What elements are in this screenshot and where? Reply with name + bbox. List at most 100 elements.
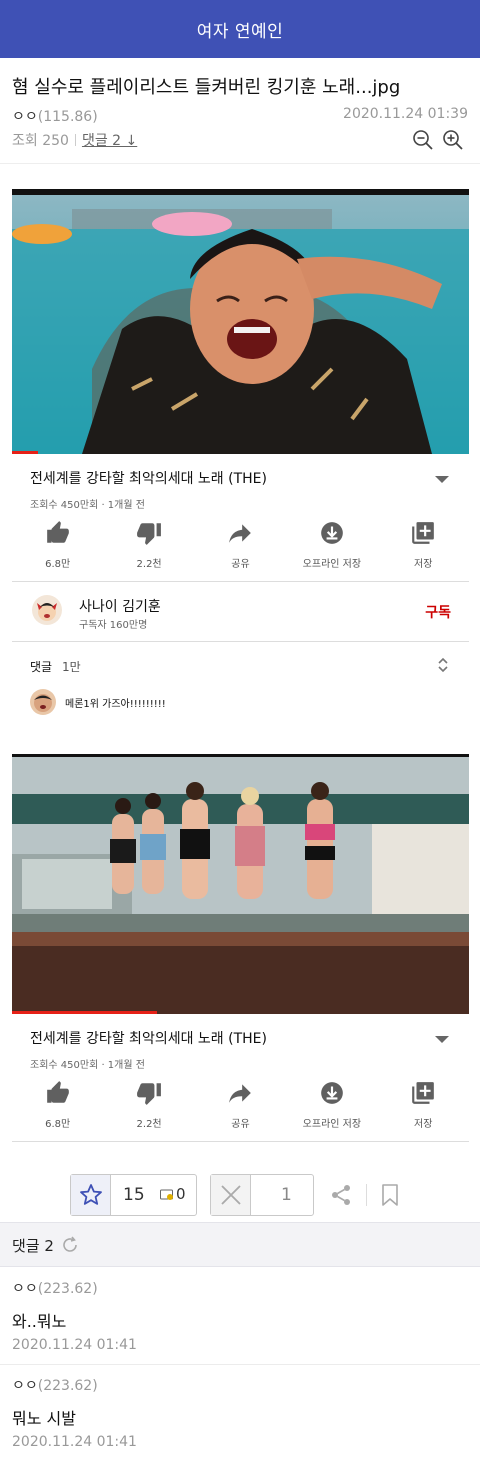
stats-row: 조회 250 댓글 2 ↓ xyxy=(12,130,468,152)
channel-row: 사나이 김기훈 구독자 160만명 구독 xyxy=(12,583,469,642)
video-actions: 6.8만 2.2천 공유 오프라인 저장 저장 xyxy=(12,520,469,580)
star-icon xyxy=(79,1184,102,1205)
save-playlist-button[interactable]: 저장 xyxy=(378,1080,469,1140)
share-label: 공유 xyxy=(231,559,250,570)
video-thumbnail-2[interactable] xyxy=(12,754,469,1014)
share-icon[interactable] xyxy=(329,1183,353,1207)
divider xyxy=(12,641,469,642)
fixed-recommend-count: 0 xyxy=(176,1185,186,1203)
comment-text: 와..뭐노 xyxy=(12,1312,67,1331)
subscribe-button[interactable]: 구독 xyxy=(425,602,451,622)
add-playlist-icon xyxy=(412,1082,435,1104)
download-icon xyxy=(321,1082,343,1104)
board-title[interactable]: 여자 연예인 xyxy=(197,17,284,42)
view-count: 조회 250 xyxy=(12,133,69,149)
youtube-comments-box[interactable]: 댓글 1만 메론1위 가즈아!!!!!!!!! xyxy=(12,643,469,720)
comment-date: 2020.11.24 01:41 xyxy=(12,1434,137,1450)
save-playlist-button[interactable]: 저장 xyxy=(378,520,469,580)
post-date: 2020.11.24 01:39 xyxy=(343,106,468,122)
post-title: 혐 실수로 플레이리스트 들켜버린 킹기훈 노래...jpg xyxy=(12,77,401,98)
share-button[interactable]: 공유 xyxy=(195,1080,286,1140)
save-label: 저장 xyxy=(414,1119,433,1130)
zoom-out-icon[interactable] xyxy=(412,129,434,151)
youtube-info-panel-2: 전세계를 강타할 최악의세대 노래 (THE) 조회수 450만회 · 1개월 … xyxy=(12,1014,469,1144)
dislike-count: 2.2천 xyxy=(136,559,162,570)
thumbs-down-icon xyxy=(137,523,161,545)
video-title[interactable]: 전세계를 강타할 최악의세대 노래 (THE) xyxy=(30,468,267,488)
youtube-top-comment: 메론1위 가즈아!!!!!!!!! xyxy=(65,699,166,710)
offline-save-label: 오프라인 저장 xyxy=(302,1119,362,1130)
zoom-in-icon[interactable] xyxy=(442,129,464,151)
recommend-button[interactable]: 15 0 xyxy=(70,1174,197,1216)
video-meta: 조회수 450만회 · 1개월 전 xyxy=(30,500,145,511)
share-arrow-icon xyxy=(229,524,252,543)
like-count: 6.8만 xyxy=(45,559,71,570)
thumbs-up-icon xyxy=(46,1081,69,1103)
like-button[interactable]: 6.8만 xyxy=(12,520,103,580)
divider xyxy=(0,163,480,164)
post-author[interactable]: ㅇㅇ xyxy=(12,109,38,125)
youtube-comments-count: 1만 xyxy=(62,660,81,674)
dislike-button[interactable]: 2.2천 xyxy=(103,520,194,580)
comments-header: 댓글 2 xyxy=(0,1222,480,1267)
close-x-icon xyxy=(220,1185,241,1205)
comment-date: 2020.11.24 01:41 xyxy=(12,1337,137,1353)
video-thumbnail-1[interactable] xyxy=(12,189,469,454)
expand-caret-icon[interactable] xyxy=(435,476,449,483)
share-label: 공유 xyxy=(231,1119,250,1130)
video-image-man-laughing xyxy=(12,189,469,454)
thumbs-down-icon xyxy=(137,1083,161,1105)
video-title[interactable]: 전세계를 강타할 최악의세대 노래 (THE) xyxy=(30,1028,267,1048)
dislike-button[interactable]: 2.2천 xyxy=(103,1080,194,1140)
comment-author[interactable]: ㅇㅇ(223.62) xyxy=(12,1278,98,1298)
divider xyxy=(366,1184,367,1206)
offline-save-button[interactable]: 오프라인 저장 xyxy=(286,1080,377,1140)
thumbs-up-icon xyxy=(46,521,69,543)
video-actions: 6.8만 2.2천 공유 오프라인 저장 저장 xyxy=(12,1080,469,1140)
add-playlist-icon xyxy=(412,522,435,544)
expand-caret-icon[interactable] xyxy=(435,1036,449,1043)
offline-save-label: 오프라인 저장 xyxy=(302,559,362,570)
refresh-icon[interactable] xyxy=(60,1235,80,1255)
comments-count-label: 댓글 2 xyxy=(12,1237,54,1255)
not-recommend-button[interactable]: 1 xyxy=(210,1174,314,1216)
youtube-info-panel-1: 전세계를 강타할 최악의세대 노래 (THE) 조회수 450만회 · 1개월 … xyxy=(12,454,469,584)
channel-name[interactable]: 사나이 김기훈 xyxy=(79,596,161,616)
offline-save-button[interactable]: 오프라인 저장 xyxy=(286,520,377,580)
youtube-comments-label: 댓글 xyxy=(30,660,53,674)
star-icon-box xyxy=(71,1175,111,1215)
fixed-recommend-icon xyxy=(160,1189,173,1200)
comment-author-score: (223.62) xyxy=(37,1281,98,1297)
like-button[interactable]: 6.8만 xyxy=(12,1080,103,1140)
download-icon xyxy=(321,522,343,544)
channel-subscribers: 구독자 160만명 xyxy=(79,620,148,631)
video-meta: 조회수 450만회 · 1개월 전 xyxy=(30,1060,145,1071)
channel-avatar[interactable] xyxy=(32,595,62,625)
top-bar: 여자 연예인 xyxy=(0,0,480,58)
comment-author[interactable]: ㅇㅇ(223.62) xyxy=(12,1375,98,1395)
commenter-avatar xyxy=(30,689,56,715)
comment-item: ㅇㅇ(223.62) 와..뭐노 2020.11.24 01:41 xyxy=(0,1268,480,1365)
video-image-dancers xyxy=(12,754,469,1014)
avatar-cartoon-icon xyxy=(37,603,57,621)
expand-sort-icon[interactable] xyxy=(437,656,449,674)
divider xyxy=(12,581,469,582)
divider xyxy=(74,134,76,146)
not-recommend-count: 1 xyxy=(281,1185,292,1205)
recommend-count: 15 xyxy=(123,1185,145,1205)
comment-item: ㅇㅇ(223.62) 뭐노 시발 2020.11.24 01:41 xyxy=(0,1365,480,1461)
share-button[interactable]: 공유 xyxy=(195,520,286,580)
vote-bar: 15 0 1 xyxy=(70,1174,410,1216)
save-label: 저장 xyxy=(414,559,433,570)
comment-author-score: (223.62) xyxy=(37,1378,98,1394)
like-count: 6.8만 xyxy=(45,1119,71,1130)
bookmark-icon[interactable] xyxy=(379,1183,401,1207)
comment-jump-link[interactable]: 댓글 2 ↓ xyxy=(82,133,137,149)
post-author-score: (115.86) xyxy=(37,109,98,125)
dislike-count: 2.2천 xyxy=(136,1119,162,1130)
share-arrow-icon xyxy=(229,1084,252,1103)
author-row: ㅇㅇ(115.86) 2020.11.24 01:39 xyxy=(12,106,468,126)
divider xyxy=(12,1141,469,1142)
comment-text: 뭐노 시발 xyxy=(12,1409,76,1428)
x-icon-box xyxy=(211,1175,251,1215)
